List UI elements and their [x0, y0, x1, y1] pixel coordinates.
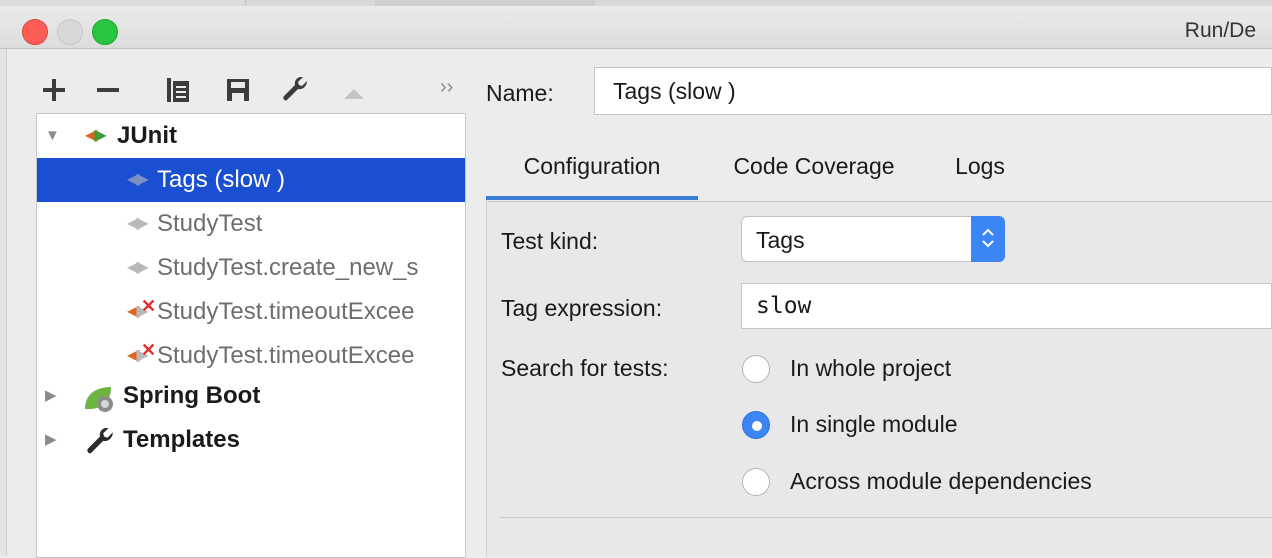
error-x-icon: ✕: [141, 340, 156, 360]
window-title: Run/De: [1184, 19, 1256, 42]
radio-label-across-module-dependencies[interactable]: Across module dependencies: [790, 468, 1092, 495]
section-divider: [500, 517, 1272, 518]
junit-failed-icon: ◀▶ ✕: [127, 334, 156, 378]
tree-item-tags-slow[interactable]: ◀▶ Tags (slow ): [37, 158, 465, 202]
tree-node-templates[interactable]: ▶ Templates: [37, 418, 465, 462]
tag-expression-label: Tag expression:: [501, 295, 663, 321]
radio-in-whole-project[interactable]: [742, 355, 770, 383]
tree-node-label: Templates: [123, 426, 240, 453]
minus-icon: [97, 88, 119, 92]
radio-in-single-module[interactable]: [742, 411, 770, 439]
chevron-right-icon[interactable]: ▶: [45, 374, 57, 418]
tree-item-studytest-create-new[interactable]: ◀▶ StudyTest.create_new_s: [37, 246, 465, 290]
tree-node-spring-boot[interactable]: ▶ Spring Boot: [37, 374, 465, 418]
zoom-window-button[interactable]: [92, 19, 118, 45]
copy-configuration-button[interactable]: [160, 70, 196, 110]
test-kind-label: Test kind:: [501, 228, 599, 254]
tree-item-label: StudyTest.create_new_s: [157, 254, 419, 281]
remove-configuration-button[interactable]: [90, 70, 126, 110]
move-up-button[interactable]: [336, 70, 372, 110]
test-kind-select[interactable]: Tags: [741, 216, 1005, 262]
junit-icon: ◀▶: [127, 171, 149, 188]
copy-icon: [167, 78, 189, 102]
configuration-name-input[interactable]: [594, 67, 1272, 115]
configurations-tree[interactable]: ▼ ◀▶ JUnit ◀▶ Tags (slow ) ◀▶ StudyTest …: [36, 113, 466, 558]
radio-across-module-dependencies[interactable]: [742, 468, 770, 496]
triangle-up-icon: [344, 89, 364, 99]
add-configuration-button[interactable]: [36, 70, 72, 110]
radio-label-in-whole-project[interactable]: In whole project: [790, 355, 951, 382]
junit-icon: ◀▶: [127, 215, 149, 232]
more-toolbar-actions[interactable]: ››: [440, 76, 453, 99]
tree-node-label: JUnit: [117, 122, 177, 149]
search-for-tests-label: Search for tests:: [501, 355, 669, 381]
configurations-toolbar: ››: [36, 70, 466, 110]
minimize-window-button[interactable]: [57, 19, 83, 45]
tree-item-studytest-timeout-1[interactable]: ◀▶ ✕ StudyTest.timeoutExcee: [37, 290, 465, 334]
sidebar-edge: [0, 49, 7, 556]
save-icon: [227, 79, 249, 101]
tree-node-label: Spring Boot: [123, 382, 261, 409]
tree-item-label: StudyTest.timeoutExcee: [157, 342, 415, 369]
save-configuration-button[interactable]: [220, 70, 256, 110]
tree-item-studytest-timeout-2[interactable]: ◀▶ ✕ StudyTest.timeoutExcee: [37, 334, 465, 378]
edit-defaults-button[interactable]: [278, 70, 314, 110]
junit-icon: ◀▶: [85, 127, 107, 144]
name-label: Name:: [486, 80, 554, 106]
tag-expression-input[interactable]: [741, 283, 1272, 329]
test-kind-value: Tags: [756, 227, 805, 253]
tab-logs[interactable]: Logs: [942, 140, 1018, 196]
plus-icon: [43, 79, 65, 101]
radio-label-in-single-module[interactable]: In single module: [790, 411, 958, 438]
wrench-icon: [87, 427, 115, 471]
error-x-icon: ✕: [141, 296, 156, 316]
tree-item-label: Tags (slow ): [157, 166, 286, 193]
tree-item-label: StudyTest: [157, 210, 263, 237]
chevron-right-icon[interactable]: ▶: [45, 418, 57, 462]
title-bar: Run/De: [0, 6, 1272, 49]
tree-node-junit[interactable]: ▼ ◀▶ JUnit: [37, 114, 465, 158]
configuration-tabs: Configuration Code Coverage Logs: [486, 140, 1272, 200]
tree-item-label: StudyTest.timeoutExcee: [157, 298, 415, 325]
wrench-icon: [283, 76, 307, 101]
tree-item-studytest[interactable]: ◀▶ StudyTest: [37, 202, 465, 246]
select-stepper-icon: [971, 216, 1005, 262]
chevron-down-icon[interactable]: ▼: [45, 114, 60, 158]
tab-code-coverage[interactable]: Code Coverage: [714, 140, 914, 196]
tab-configuration[interactable]: Configuration: [486, 140, 698, 200]
close-window-button[interactable]: [22, 19, 48, 45]
